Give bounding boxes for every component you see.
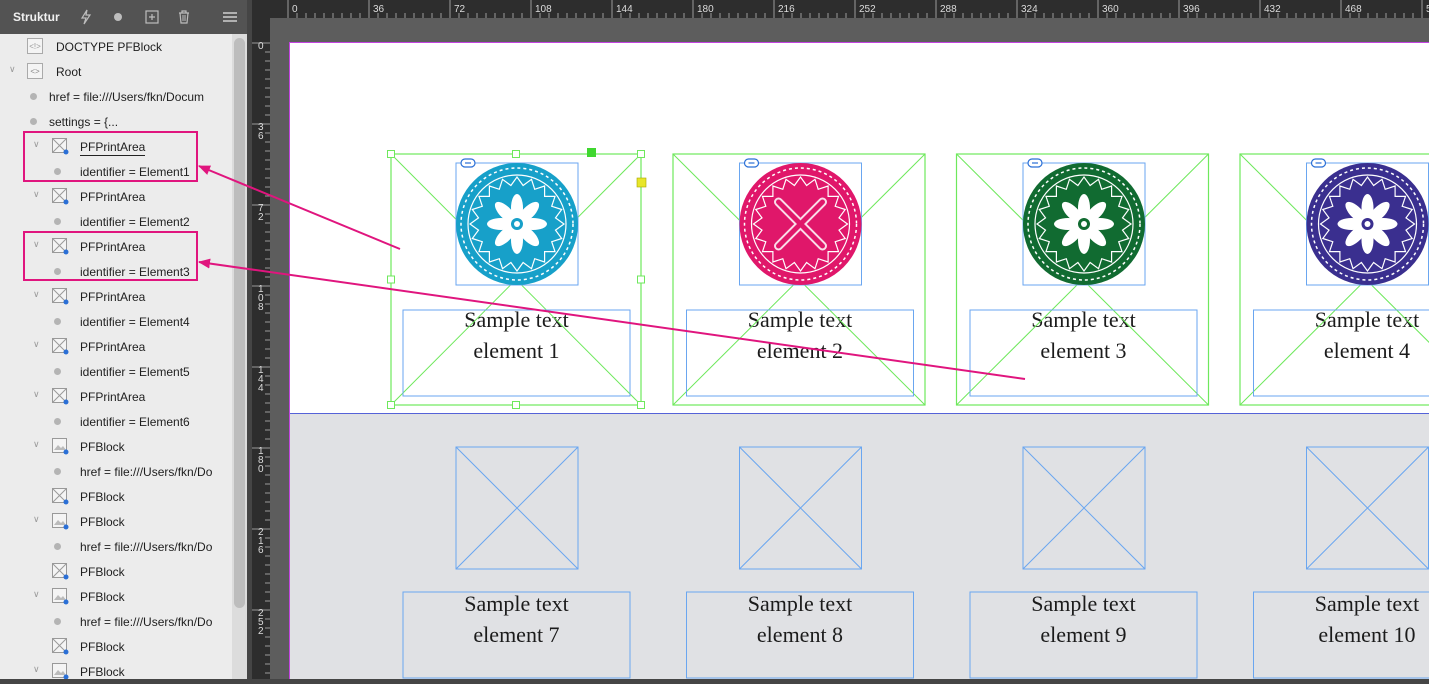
mandala-image (1023, 163, 1145, 285)
mandala-image (740, 163, 862, 285)
placeholder-frame[interactable] (1254, 447, 1429, 678)
placeholder-frame[interactable] (970, 447, 1197, 678)
annotation-arrow (199, 166, 400, 249)
mandala-image (1307, 163, 1429, 285)
canvas-overlay (0, 0, 1429, 679)
link-icon (745, 159, 759, 167)
mandala-image (456, 163, 578, 285)
placeholder-frame[interactable] (687, 447, 914, 678)
link-icon (1312, 159, 1326, 167)
link-icon (461, 159, 475, 167)
annotation-arrow (199, 262, 1025, 379)
placeholder-frame[interactable] (403, 447, 630, 678)
link-icon (1028, 159, 1042, 167)
